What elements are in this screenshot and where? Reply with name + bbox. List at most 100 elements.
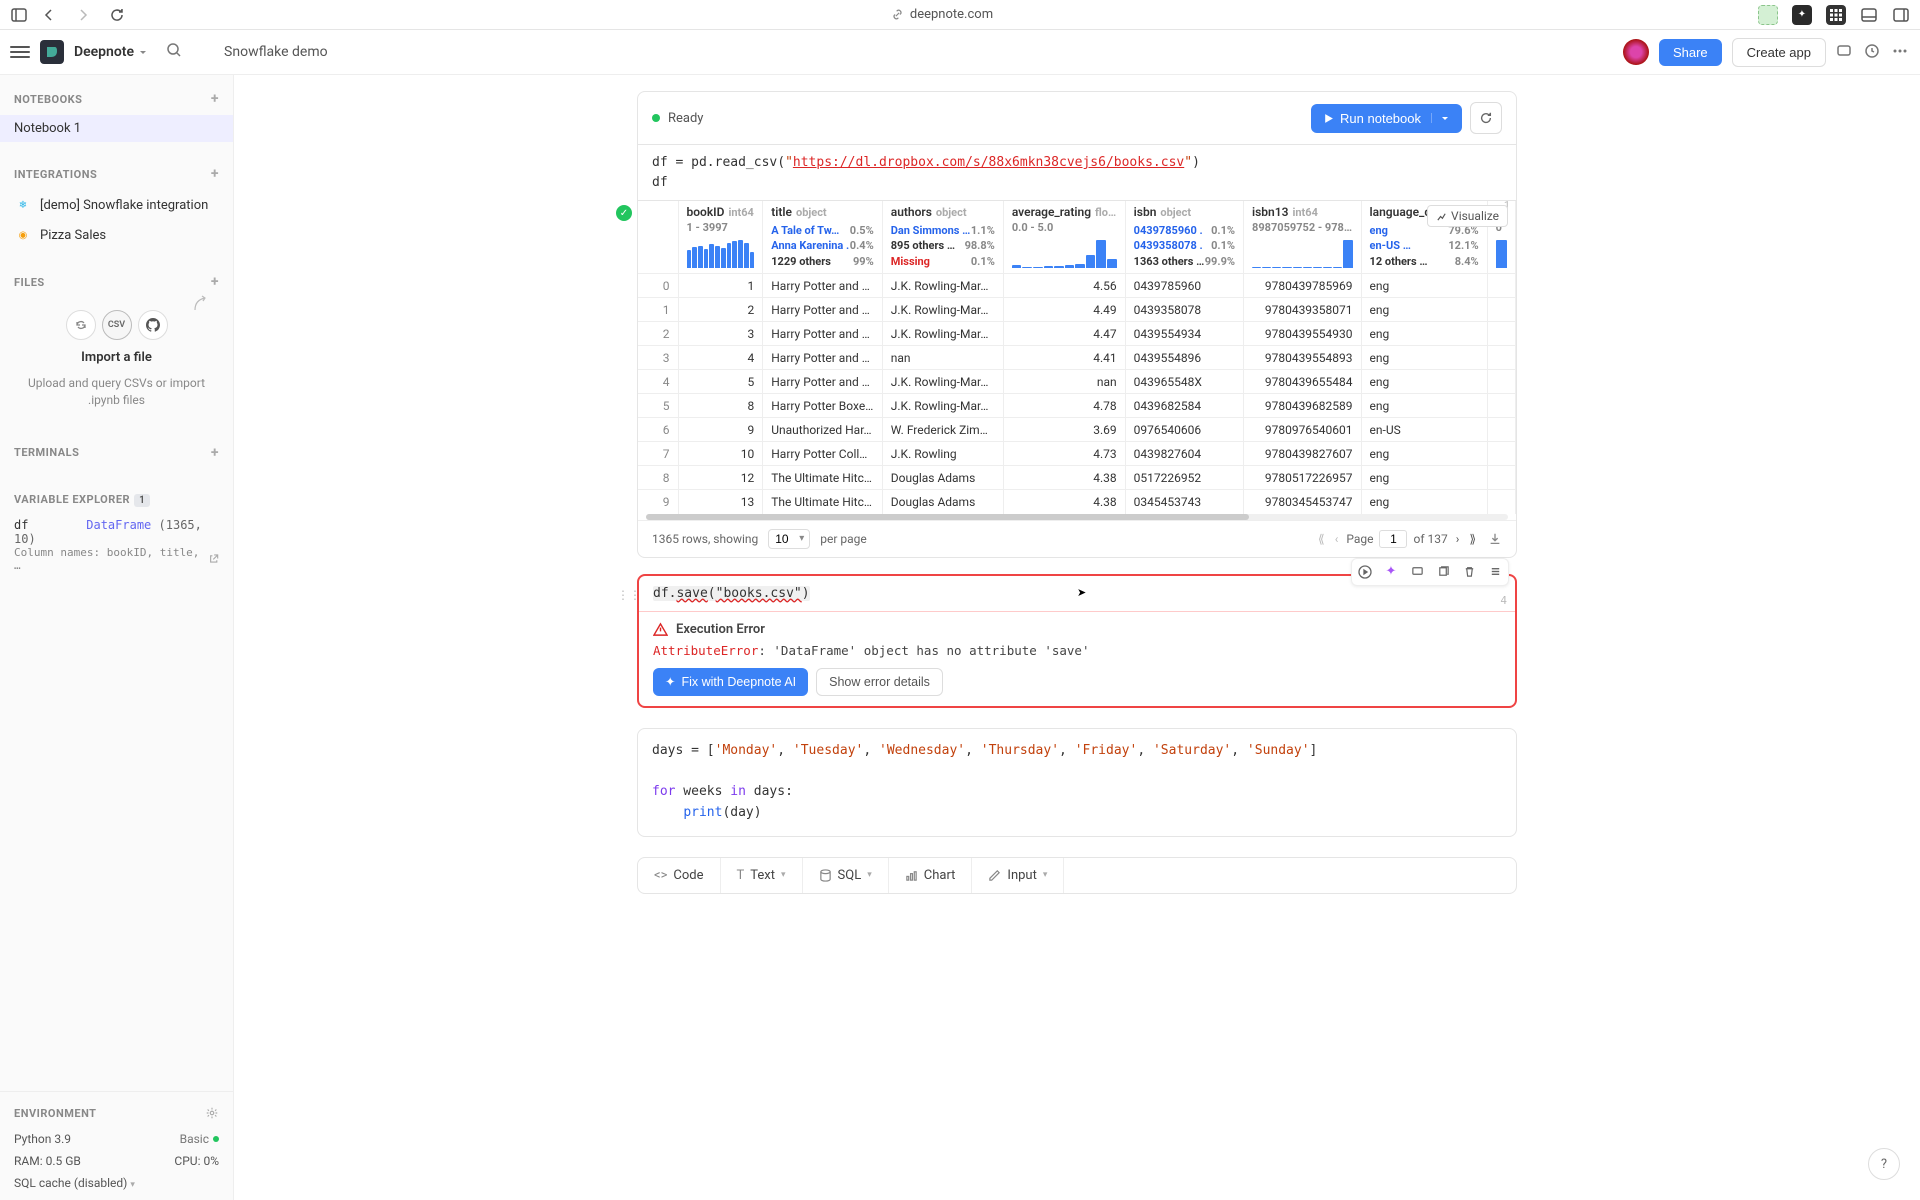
column-header[interactable]: isbnobject0439785960 .0.1%0439358078 .0.… [1125, 201, 1243, 274]
page-input[interactable] [1379, 530, 1407, 548]
code-editor[interactable]: df.save("books.csv")4 [639, 576, 1515, 612]
visualize-button[interactable]: Visualize [1427, 205, 1508, 227]
chevron-down-icon[interactable] [1431, 113, 1450, 123]
notebook-title[interactable]: Snowflake demo [224, 44, 328, 60]
add-code-button[interactable]: <>Code [638, 858, 721, 893]
terminals-heading: TERMINALS+ [0, 437, 233, 469]
table-row[interactable]: 34Harry Potter and …nan4.410439554896978… [638, 346, 1516, 370]
prev-page-icon[interactable]: ‹ [1333, 530, 1341, 548]
external-link-icon[interactable] [208, 553, 219, 564]
table-cell: 9780439358071 [1244, 298, 1362, 322]
reload-icon[interactable] [108, 6, 126, 24]
extension-icon[interactable]: ✦ [1792, 5, 1812, 25]
table-cell [1487, 322, 1515, 346]
run-notebook-button[interactable]: Run notebook [1311, 104, 1462, 133]
table-row[interactable]: 58Harry Potter Boxe…J.K. Rowling-Mar…4.7… [638, 394, 1516, 418]
last-page-icon[interactable]: ⟫ [1467, 530, 1478, 548]
avatar[interactable] [1623, 39, 1649, 65]
download-icon[interactable] [1488, 532, 1502, 546]
table-cell: 0439682584 [1125, 394, 1243, 418]
more-icon[interactable] [1892, 43, 1910, 61]
share-button[interactable]: Share [1659, 39, 1722, 66]
table-cell: 0439554934 [1125, 322, 1243, 346]
env-sql-cache[interactable]: SQL cache (disabled) ▾ [0, 1172, 233, 1194]
dataframe-table[interactable]: bookIDint641 - 3997titleobjectA Tale of … [638, 201, 1516, 514]
workspace-dropdown[interactable]: Deepnote [74, 44, 148, 60]
sync-file-icon[interactable] [66, 310, 96, 340]
code-editor[interactable]: df = pd.read_csv("https://dl.dropbox.com… [637, 145, 1517, 200]
table-cell: 4.41 [1003, 346, 1125, 370]
column-header[interactable]: average_ratingflo…0.0 - 5.0 [1003, 201, 1125, 274]
horizontal-scrollbar[interactable] [646, 514, 1508, 520]
table-row[interactable]: 812The Ultimate Hitc…Douglas Adams4.3805… [638, 466, 1516, 490]
row-index: 2 [638, 322, 678, 346]
table-row[interactable]: 45Harry Potter and …J.K. Rowling-Mar…nan… [638, 370, 1516, 394]
add-input-button[interactable]: Input ▾ [972, 858, 1064, 893]
error-cell: ⋮⋮ ➤ ✦ df.save("books.csv")4 Execution E… [637, 574, 1517, 708]
table-row[interactable]: 69Unauthorized Har…W. Frederick Zim…3.69… [638, 418, 1516, 442]
column-header[interactable]: bookIDint641 - 3997 [678, 201, 763, 274]
table-cell: 0439827604 [1125, 442, 1243, 466]
create-app-button[interactable]: Create app [1732, 38, 1826, 67]
history-icon[interactable] [1864, 43, 1882, 61]
column-header[interactable]: authorsobjectDan Simmons …1.1%895 others… [882, 201, 1003, 274]
per-page-label: per page [820, 532, 867, 546]
table-row[interactable]: 23Harry Potter and …J.K. Rowling-Mar…4.4… [638, 322, 1516, 346]
extension-icon[interactable] [1758, 5, 1778, 25]
sidebar-item-notebook[interactable]: Notebook 1 [0, 115, 233, 142]
csv-file-icon[interactable]: CSV [102, 310, 132, 340]
table-row[interactable]: 01Harry Potter and …J.K. Rowling-Mar…4.5… [638, 274, 1516, 298]
sidebar-toggle-icon[interactable] [10, 6, 28, 24]
add-integration-icon[interactable]: + [211, 166, 219, 182]
apps-grid-icon[interactable] [1826, 5, 1846, 25]
table-cell: nan [882, 346, 1003, 370]
table-cell: eng [1361, 370, 1487, 394]
drag-handle-icon[interactable]: ⋮⋮ [617, 588, 641, 602]
sidebar-item-integration[interactable]: ❄[demo] Snowflake integration [0, 190, 233, 220]
add-file-icon[interactable]: + [211, 274, 219, 290]
fix-with-ai-button[interactable]: ✦Fix with Deepnote AI [653, 668, 808, 696]
database-icon: ◉ [14, 226, 32, 244]
add-text-button[interactable]: TText ▾ [721, 858, 803, 893]
sparkle-icon: ✦ [665, 674, 675, 689]
table-row[interactable]: 710Harry Potter Coll…J.K. Rowling4.73043… [638, 442, 1516, 466]
deepnote-logo-icon[interactable] [40, 40, 64, 64]
search-icon[interactable] [166, 42, 186, 62]
sidebar-item-integration[interactable]: ◉Pizza Sales [0, 220, 233, 250]
url-bar[interactable]: deepnote.com [138, 7, 1746, 22]
env-python[interactable]: Python 3.9Basic [0, 1128, 233, 1150]
forward-icon[interactable] [74, 6, 92, 24]
row-index: 4 [638, 370, 678, 394]
first-page-icon[interactable]: ⟪ [1316, 530, 1327, 548]
panel-icon[interactable] [1860, 6, 1878, 24]
column-header[interactable]: isbn13int648987059752 - 978… [1244, 201, 1362, 274]
status-label: Ready [668, 111, 1303, 126]
add-notebook-icon[interactable]: + [211, 91, 219, 107]
per-page-select[interactable]: 10 [768, 529, 810, 549]
back-icon[interactable] [40, 6, 58, 24]
panel-right-icon[interactable] [1892, 6, 1910, 24]
table-cell: Harry Potter and … [763, 346, 883, 370]
add-sql-button[interactable]: SQL ▾ [803, 858, 889, 893]
row-index: 5 [638, 394, 678, 418]
sidebar: NOTEBOOKS+ Notebook 1 INTEGRATIONS+ ❄[de… [0, 75, 234, 1200]
table-cell: 3.69 [1003, 418, 1125, 442]
table-cell: 4.38 [1003, 466, 1125, 490]
add-terminal-icon[interactable]: + [211, 445, 219, 461]
github-file-icon[interactable] [138, 310, 168, 340]
gear-icon[interactable] [205, 1106, 219, 1120]
help-button[interactable]: ? [1868, 1148, 1900, 1180]
show-error-details-button[interactable]: Show error details [816, 668, 943, 696]
row-index: 8 [638, 466, 678, 490]
refresh-button[interactable] [1470, 102, 1502, 134]
table-row[interactable]: 12Harry Potter and …J.K. Rowling-Mar…4.4… [638, 298, 1516, 322]
next-page-icon[interactable]: › [1454, 530, 1462, 548]
code-cell[interactable]: days = ['Monday', 'Tuesday', 'Wednesday'… [637, 728, 1517, 837]
env-heading: ENVIRONMENT [0, 1098, 233, 1128]
variable-item[interactable]: df DataFrame (1365, 10) Column names: bo… [0, 514, 233, 576]
table-row[interactable]: 913The Ultimate Hitc…Douglas Adams4.3803… [638, 490, 1516, 514]
menu-icon[interactable] [10, 42, 30, 62]
add-chart-button[interactable]: Chart [889, 858, 973, 893]
comments-icon[interactable] [1836, 43, 1854, 61]
column-header[interactable]: titleobjectA Tale of Tw…0.5%Anna Karenin… [763, 201, 883, 274]
